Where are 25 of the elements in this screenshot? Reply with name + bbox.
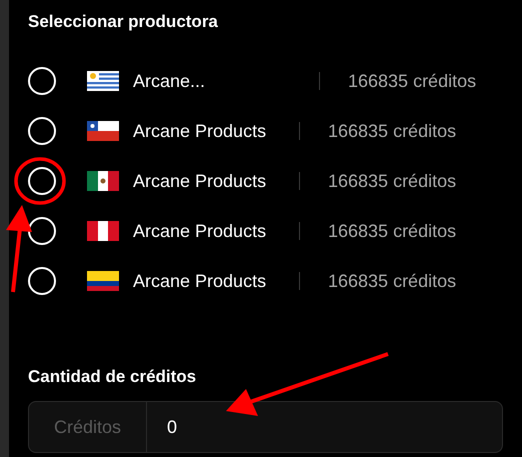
flag-icon (87, 71, 119, 91)
producer-name: Arcane Products (133, 270, 266, 290)
annotation-circle (14, 157, 66, 205)
flag-icon (87, 221, 119, 241)
producer-name: Arcane Products (133, 170, 266, 190)
field-value: 0 (166, 416, 178, 438)
credits-amount: 166835 créditos (328, 220, 456, 242)
radio-button[interactable] (28, 267, 56, 295)
credits-field[interactable]: Créditos 0 (28, 401, 503, 453)
producer-name: Arcane Products (133, 120, 266, 140)
credits-amount: 166835 créditos (348, 70, 476, 92)
field-addon: Créditos (29, 402, 147, 452)
flag-icon (87, 171, 119, 191)
section-title: Cantidad de créditos (28, 366, 196, 388)
flag-icon (87, 271, 119, 291)
producer-name: Arcane... (133, 70, 206, 90)
radio-button[interactable] (28, 167, 56, 195)
credits-amount: 166835 créditos (328, 170, 456, 192)
credits-amount: 166835 créditos (328, 120, 456, 142)
radio-button[interactable] (28, 117, 56, 145)
producer-name: Arcane Products (133, 220, 266, 240)
section-title: Seleccionar productora (28, 11, 218, 33)
credits-amount: 166835 créditos (328, 270, 456, 292)
flag-icon (87, 121, 119, 141)
radio-button[interactable] (28, 67, 56, 95)
